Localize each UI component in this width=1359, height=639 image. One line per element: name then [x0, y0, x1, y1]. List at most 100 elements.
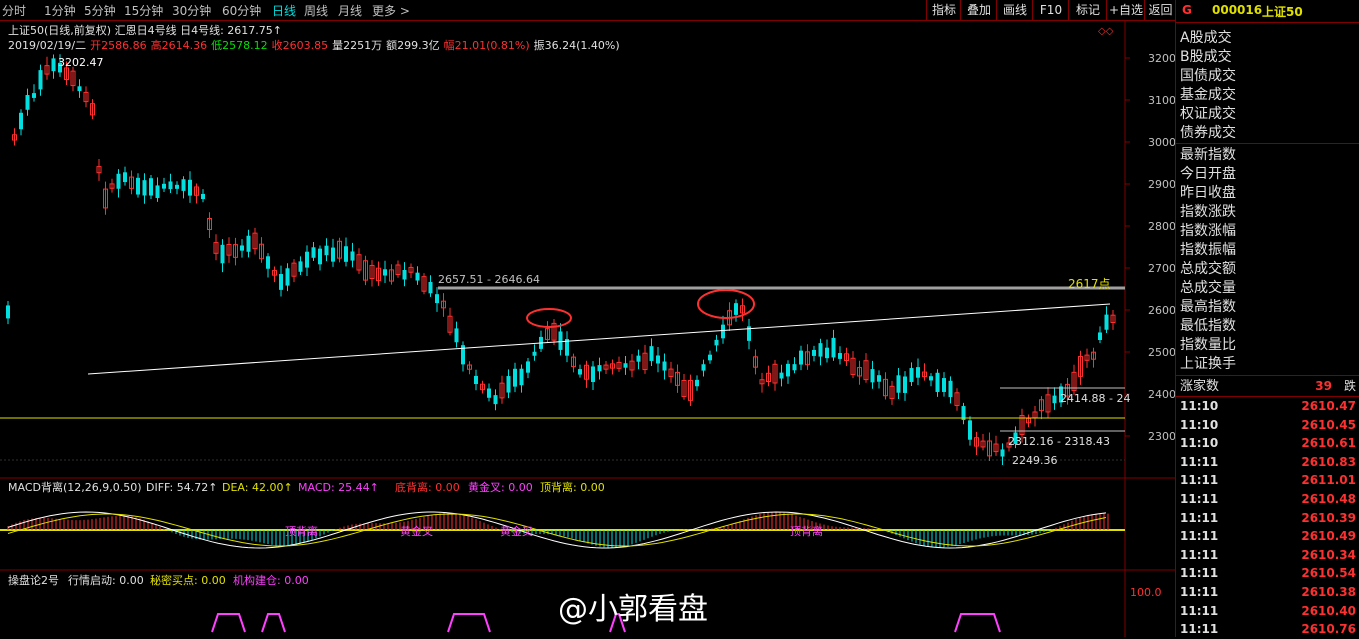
candle-body [168, 181, 173, 190]
candle-body [331, 247, 335, 262]
security-code: 000016 [1212, 3, 1263, 17]
indicator3-start: 行情启动: 0.00 [68, 574, 144, 587]
tick-row: 11:11 2610.48 [1180, 490, 1356, 509]
candle-body [721, 324, 725, 339]
candle-body [298, 261, 303, 272]
tick-time: 11:10 [1180, 417, 1219, 432]
candle-body [32, 93, 36, 98]
price-tick-label: 2300 [1148, 430, 1175, 443]
index-field-menu-item[interactable]: 指数涨跌 [1180, 203, 1236, 222]
indicator3-pulse [954, 613, 1001, 633]
candle-body [324, 245, 329, 256]
trade-type-menu-item[interactable]: A股成交 [1180, 29, 1232, 48]
index-field-menu-item[interactable]: 指数涨幅 [1180, 222, 1236, 241]
candle-body [896, 375, 901, 393]
candle-body [149, 178, 153, 196]
tick-row: 11:11 2610.39 [1180, 509, 1356, 528]
level-2617-label: 2617点 [1068, 277, 1111, 291]
watermark: @小郭看盘 [558, 592, 708, 627]
candle-body [786, 363, 790, 377]
index-field-menu-item[interactable]: 总成交量 [1180, 279, 1236, 298]
candle-body [526, 361, 530, 373]
candle-body [818, 343, 823, 357]
candle-body [812, 349, 816, 356]
candle-body [493, 395, 498, 405]
level-a-label: 2414.88 - 24 [1060, 392, 1130, 405]
tick-time: 11:11 [1180, 566, 1219, 581]
trade-type-menu-item[interactable]: 权证成交 [1180, 105, 1236, 124]
candle-body [240, 245, 244, 251]
tick-row: 11:10 2610.47 [1180, 397, 1356, 416]
candle-body [916, 367, 920, 378]
candle-body [831, 337, 836, 358]
price-axis: 3200 3100 3000 2900 2800 2700 2600 2500 2400 2300 [1125, 52, 1175, 443]
advancers-label: 涨家数 [1180, 379, 1220, 394]
index-field-menu-item[interactable]: 最新指数 [1180, 146, 1236, 165]
candle-body [929, 376, 933, 381]
macd-bottom-divergence: 底背离: 0.00 [395, 480, 460, 494]
candle-body [123, 172, 127, 183]
macd-golden-cross: 黄金叉: 0.00 [468, 480, 533, 494]
index-field-menu-item[interactable]: 指数量比 [1180, 336, 1236, 355]
tick-row: 11:10 2610.61 [1180, 434, 1356, 453]
candle-body [623, 363, 628, 368]
index-field-menu-item[interactable]: 最高指数 [1180, 298, 1236, 317]
level-b-label: 2312.16 - 2318.43 [1008, 435, 1110, 448]
tick-price: 2610.83 [1301, 454, 1356, 469]
candle-body [870, 369, 875, 383]
macd-chart-label: 顶背离 [285, 524, 318, 538]
tick-row: 11:11 2611.01 [1180, 471, 1356, 490]
candle-body [656, 355, 660, 364]
candle-body [474, 375, 478, 385]
low-label: 2249.36 [1012, 454, 1058, 467]
price-tick-label: 3000 [1148, 136, 1175, 149]
trade-type-menu-item[interactable]: 债券成交 [1180, 124, 1236, 143]
tick-row: 11:11 2610.83 [1180, 453, 1356, 472]
candle-body [597, 365, 602, 372]
candle-body [649, 346, 654, 361]
candle-body [175, 184, 179, 189]
candle-body [415, 272, 420, 281]
tick-row: 11:11 2610.34 [1180, 546, 1356, 565]
candle-body [591, 366, 595, 383]
tick-price: 2610.61 [1301, 436, 1356, 451]
tick-price: 2610.47 [1301, 399, 1356, 413]
candle-body [344, 246, 348, 262]
panel-control-icon[interactable]: ◇◇ [1098, 26, 1114, 37]
candle-body [155, 185, 160, 199]
quote-header: G 000016 上证50 [1176, 0, 1359, 23]
tick-time: 11:11 [1180, 473, 1219, 488]
candle-body [285, 268, 290, 286]
highlight-circle-right [697, 289, 755, 319]
candle-body [1052, 395, 1057, 404]
candle-body [942, 378, 946, 392]
tick-price: 2610.39 [1301, 510, 1356, 525]
candle-body [948, 380, 953, 398]
price-tick-label: 3100 [1148, 94, 1175, 107]
candle-body [162, 183, 166, 189]
candle-body [136, 177, 140, 195]
tick-time: 11:11 [1180, 585, 1219, 599]
price-tick-label: 2900 [1148, 178, 1175, 191]
kline-chart[interactable]: 3200 3100 3000 2900 2800 2700 2600 2500 2400 2300… [0, 0, 1175, 637]
tick-price: 2610.49 [1301, 529, 1356, 544]
candle-body [181, 179, 186, 191]
index-field-menu-item[interactable]: 总成交额 [1180, 260, 1236, 279]
candle-body [519, 368, 524, 386]
index-field-menu-item[interactable]: 上证换手 [1180, 355, 1236, 374]
trade-type-menu-item[interactable]: 基金成交 [1180, 86, 1236, 105]
trade-type-menu-item[interactable]: B股成交 [1180, 48, 1232, 67]
index-field-menu-item[interactable]: 指数振幅 [1180, 241, 1236, 260]
candle-body [662, 361, 667, 371]
trade-type-menu-item[interactable]: 国债成交 [1180, 67, 1236, 86]
index-field-menu-item[interactable]: 今日开盘 [1180, 165, 1236, 184]
index-field-menu-item[interactable]: 昨日收盘 [1180, 184, 1236, 203]
quote-panel: G 000016 上证50 A股成交 B股成交 国债成交 基金成交 权证成交 债券成交 最… [1175, 0, 1359, 637]
tick-time: 11:11 [1180, 454, 1219, 469]
price-tick-label: 2400 [1148, 388, 1175, 401]
tick-price: 2610.34 [1301, 547, 1356, 562]
index-field-menu-item[interactable]: 最低指数 [1180, 317, 1236, 336]
tick-time: 11:11 [1180, 547, 1219, 562]
candle-body [142, 180, 147, 196]
candle-body [77, 86, 82, 92]
